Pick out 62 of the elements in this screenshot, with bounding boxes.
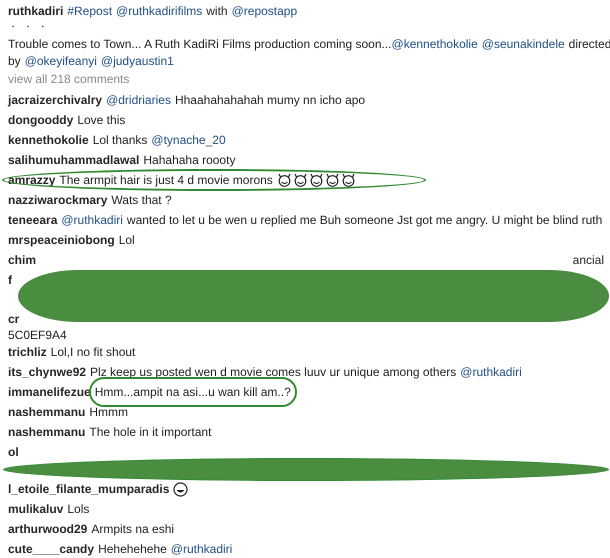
comment-text: The hole in it important bbox=[89, 425, 212, 439]
comment-text: wanted to let u be wen u replied me Buh someone Jst got me angry. U might be blind ruth bbox=[126, 213, 602, 227]
comment-text: Lol thanks bbox=[92, 133, 148, 147]
comment-username[interactable]: nashemmanu bbox=[8, 425, 86, 439]
comment-text: Lol,I no fit shout bbox=[50, 345, 136, 359]
devil-emoji-icon bbox=[308, 173, 324, 187]
comment-username[interactable]: trichliz bbox=[8, 345, 47, 359]
devil-emoji-icon bbox=[276, 173, 292, 187]
comment-text: Lol bbox=[118, 233, 135, 247]
comment-text: Hehehehehe bbox=[98, 542, 167, 556]
user-mention-link[interactable]: @ruthkadiri bbox=[460, 365, 522, 379]
ellipsis-text: ・ ・ ・ bbox=[8, 21, 49, 34]
comment-text: Hmmm bbox=[89, 405, 128, 419]
user-mention-link[interactable]: @ruthkadiri bbox=[170, 542, 232, 556]
user-mention-link[interactable]: @judyaustin1 bbox=[100, 54, 174, 68]
comment-text: Wats that ? bbox=[111, 193, 172, 207]
caption-text: with bbox=[206, 4, 228, 18]
comment-username[interactable]: mulikaluv bbox=[8, 502, 64, 516]
post-username[interactable]: ruthkadiri bbox=[8, 4, 64, 18]
comment-text: 5C0EF9A4 bbox=[8, 328, 67, 342]
hashtag-link[interactable]: #Repost bbox=[67, 4, 112, 18]
partial-text: ancial bbox=[572, 253, 604, 267]
comment-username[interactable]: salihumuhammadlawal bbox=[8, 153, 140, 167]
user-mention-link[interactable]: @kennethokolie bbox=[392, 37, 478, 51]
user-mention-link[interactable]: @okeyifeanyi bbox=[24, 54, 97, 68]
comment-username[interactable]: immanelifezue bbox=[8, 385, 91, 399]
user-mention-link[interactable]: @repostapp bbox=[232, 4, 298, 18]
partial-text: ol bbox=[8, 445, 19, 459]
partial-text: cr bbox=[8, 312, 20, 326]
devil-emoji-icon bbox=[292, 173, 308, 187]
user-mention-link[interactable]: @ruthkadirifilms bbox=[116, 4, 202, 18]
comment-text: Hmm...ampit na asi...u wan kill am..? bbox=[94, 385, 291, 399]
user-mention-link[interactable]: @seunakindele bbox=[482, 37, 565, 51]
comment-text: Plz keep us posted wen d movie comes luuv ur unique among others bbox=[90, 365, 456, 379]
comment-username[interactable]: mrspeaceiniobong bbox=[8, 233, 115, 247]
comment-text: Love this bbox=[77, 113, 126, 127]
comment-username[interactable]: jacraizerchivalry bbox=[8, 93, 102, 107]
comment-text: Hahahaha roooty bbox=[143, 153, 236, 167]
grinning-emoji-icon bbox=[173, 482, 188, 496]
comment-username[interactable]: amrazzy bbox=[8, 173, 56, 187]
partial-text: chim bbox=[8, 253, 36, 267]
comment-username[interactable]: arthurwood29 bbox=[8, 522, 88, 536]
partial-text: f bbox=[8, 273, 12, 287]
user-mention-link[interactable]: @tynache_20 bbox=[151, 133, 226, 147]
comment-username[interactable]: teneeara bbox=[8, 213, 58, 227]
comment-username[interactable]: its_chynwe92 bbox=[8, 365, 86, 379]
comment-username[interactable]: dongooddy bbox=[8, 113, 74, 127]
comment-text: Armpits na eshi bbox=[91, 522, 174, 536]
comment-text: Hhaahahahahah mumy nn icho apo bbox=[174, 93, 366, 107]
caption-text: by bbox=[8, 54, 21, 68]
devil-emoji-icon bbox=[340, 173, 356, 187]
user-mention-link[interactable]: @ruthkadiri bbox=[61, 213, 123, 227]
comment-username[interactable]: nazziwarockmary bbox=[8, 193, 108, 207]
comment-text: The armpit hair is just 4 d movie morons bbox=[59, 173, 273, 187]
devil-emoji-icon bbox=[324, 173, 340, 187]
comment-username[interactable]: l_etoile_filante_mumparadis bbox=[8, 482, 170, 496]
comment-username[interactable]: nashemmanu bbox=[8, 405, 86, 419]
comment-username[interactable]: kennethokolie bbox=[8, 133, 89, 147]
user-mention-link[interactable]: @dridriaries bbox=[106, 93, 171, 107]
caption-text: Trouble comes to Town... A Ruth KadiRi Films production coming soon... bbox=[8, 37, 392, 51]
comment-username[interactable]: cute____candy bbox=[8, 542, 94, 556]
comment-text: Lols bbox=[67, 502, 90, 516]
